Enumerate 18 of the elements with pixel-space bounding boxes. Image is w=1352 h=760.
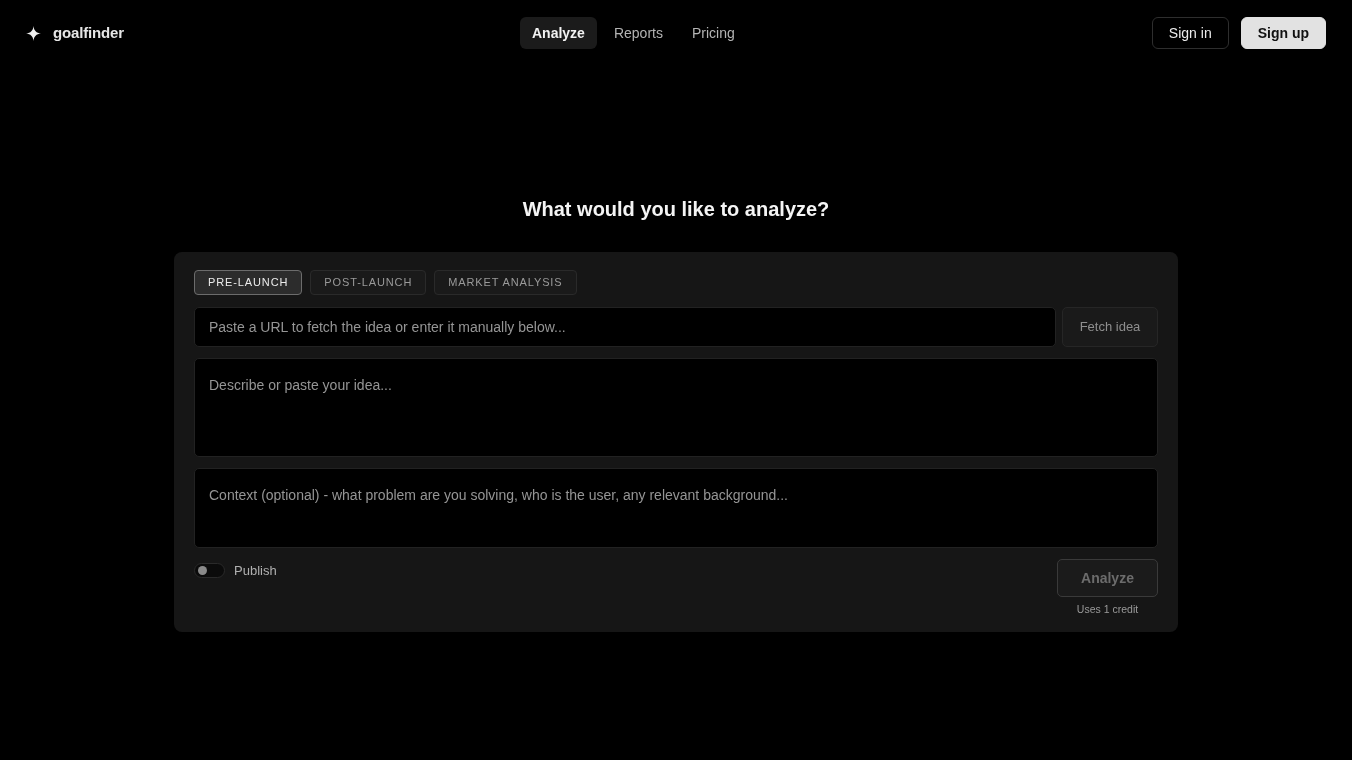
brand-name[interactable]: goalfinder [53, 21, 124, 45]
mode-tab[interactable]: POST-LAUNCH [310, 270, 427, 295]
mode-tab[interactable]: MARKET ANALYSIS [434, 270, 577, 295]
publish-label: Publish [234, 562, 277, 580]
fetch-idea-button[interactable]: Fetch idea [1062, 307, 1158, 347]
sign-up-button[interactable]: Sign up [1240, 17, 1326, 49]
idea-field[interactable]: Describe or paste your idea... [194, 358, 1158, 457]
mode-tab[interactable]: PRE-LAUNCH [194, 270, 303, 295]
nav-link[interactable]: Reports [601, 17, 675, 49]
credit-note: Uses 1 credit [1076, 603, 1139, 615]
page-heading: What would you like to analyze? [522, 197, 830, 222]
nav-link[interactable]: Pricing [679, 17, 747, 49]
sign-in-button[interactable]: Sign in [1151, 17, 1229, 49]
publish-toggle[interactable] [194, 563, 225, 579]
context-field[interactable]: Context (optional) - what problem are you solving, who is the user, any relevant background... [194, 468, 1158, 548]
url-field[interactable]: Paste a URL to fetch the idea or enter it manually below... [194, 307, 1056, 347]
nav-link[interactable]: Analyze [520, 17, 597, 49]
sparkle-icon [26, 25, 41, 41]
